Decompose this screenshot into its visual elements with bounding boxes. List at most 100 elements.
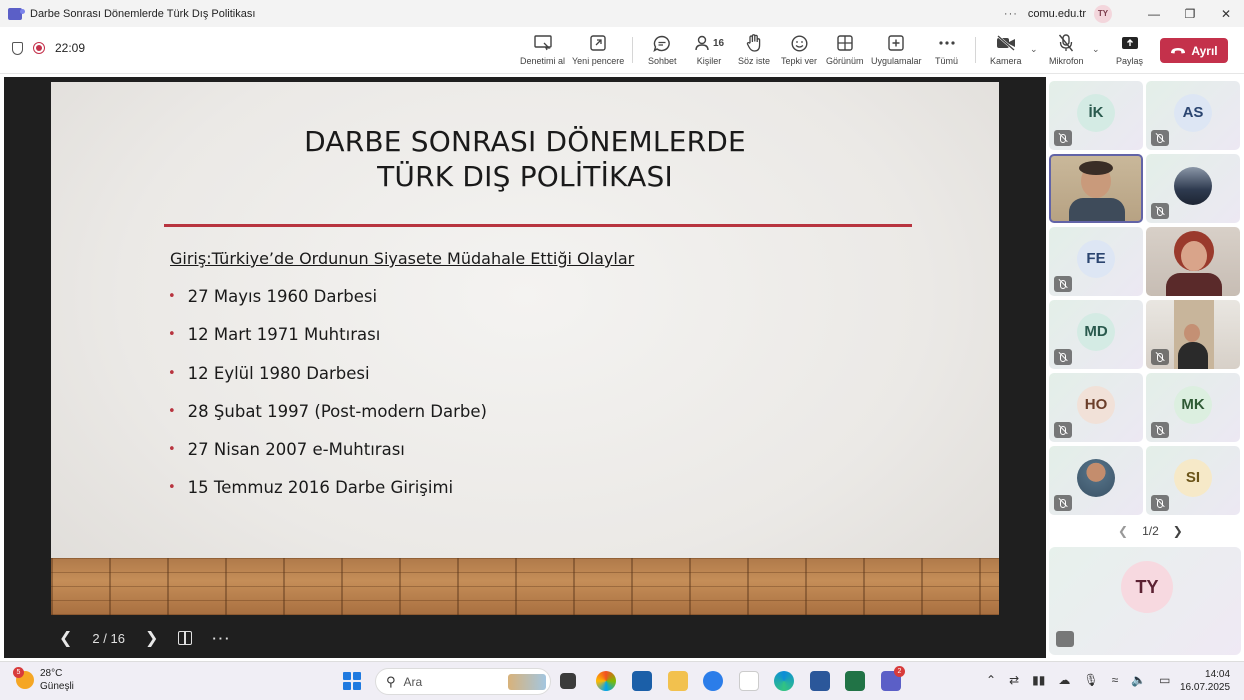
people-button[interactable]: 16 Kişiler [694,33,724,66]
more-options-icon[interactable]: ··· [1004,8,1018,20]
system-tray: ⌃ ⇄ ▮▮ ☁ 🎙 ≈ 🔈 ▭ [986,673,1170,687]
mic-options-chevron-icon[interactable]: ⌄ [1092,44,1100,55]
view-button[interactable]: Görünüm [826,33,864,66]
mic-muted-icon [1054,422,1072,438]
copilot-icon[interactable] [596,671,616,691]
close-button[interactable]: ✕ [1208,0,1244,27]
slide-overview-icon[interactable] [178,631,193,645]
bullet-icon: • [168,289,176,304]
tray-mic-muted-icon[interactable]: 🎙 [1083,673,1098,687]
avatar [1077,458,1115,497]
participant-video-tile[interactable] [1146,227,1240,296]
camera-options-chevron-icon[interactable]: ⌄ [1030,44,1038,55]
restore-button[interactable]: ❐ [1172,0,1208,27]
media-app-icon[interactable] [739,671,759,691]
participant-video-tile[interactable] [1146,300,1240,369]
tray-media-icon[interactable]: ▮▮ [1032,673,1045,687]
meeting-status: 22:09 [12,41,85,55]
next-slide-icon[interactable]: ❯ [145,628,158,648]
clock-time: 14:04 [1205,669,1231,680]
bullet-icon: • [168,403,176,419]
teams-app-icon [8,7,25,20]
apps-button[interactable]: Uygulamalar [871,33,922,66]
start-menu-icon[interactable] [343,672,361,690]
people-count: 16 [713,37,725,49]
tray-cloud-icon[interactable]: ☁ [1058,673,1070,687]
list-item: • 12 Eylül 1980 Darbesi [168,363,370,383]
tray-app-icon[interactable]: ⇄ [1009,673,1019,687]
raise-hand-icon [746,33,762,53]
weather-widget[interactable]: 5 28°C Güneşli [13,667,74,693]
leave-label: Ayrıl [1191,43,1218,58]
pager-prev-icon[interactable]: ❮ [1118,524,1128,538]
self-avatar: TY [1121,561,1173,613]
share-button[interactable]: Paylaş [1116,33,1143,66]
take-control-button[interactable]: Denetimi al [520,33,565,66]
wifi-icon[interactable]: ≈ [1112,673,1119,687]
participant-tile[interactable]: SI [1146,446,1240,515]
task-view-icon[interactable] [560,673,576,689]
avatar [1174,166,1212,205]
participant-video-tile[interactable] [1049,154,1143,223]
minimize-button[interactable]: — [1136,0,1172,27]
microphone-button[interactable]: Mikrofon [1049,33,1084,66]
react-button[interactable]: Tepki ver [781,33,817,66]
leave-button[interactable]: Ayrıl [1160,38,1228,63]
battery-icon[interactable]: ▭ [1159,673,1170,687]
camera-off-icon [996,33,1016,53]
volume-icon[interactable]: 🔈 [1131,673,1146,687]
weather-sun-icon: 5 [13,667,34,689]
hang-up-icon [1171,47,1186,53]
shield-icon [12,41,23,55]
file-explorer-icon[interactable] [668,671,688,691]
recording-icon [33,42,45,54]
new-window-button[interactable]: Yeni pencere [572,33,624,66]
taskbar-search[interactable]: ⚲ Ara [375,668,551,695]
camera-button[interactable]: Kamera [990,33,1022,66]
mic-muted-icon [1054,276,1072,292]
clock-date: 16.07.2025 [1180,682,1231,693]
search-placeholder: Ara [403,674,423,689]
avatar: MK [1174,385,1212,424]
chat-button[interactable]: Sohbet [648,33,677,66]
avatar: SI [1174,458,1212,497]
participant-tile[interactable]: AS [1146,81,1240,150]
people-icon: 16 [694,33,724,53]
participant-tile[interactable] [1146,154,1240,223]
search-icon: ⚲ [386,673,396,689]
slide-title-line1: DARBE SONRASI DÖNEMLERDE [304,125,746,158]
participant-tile[interactable] [1049,446,1143,515]
previous-slide-icon[interactable]: ❮ [59,628,72,648]
mic-muted-icon [1151,349,1169,365]
wooden-floor-decoration [51,558,999,615]
view-icon [837,33,853,53]
participant-tile[interactable]: MK [1146,373,1240,442]
word-icon[interactable] [810,671,830,691]
store-icon[interactable] [632,671,652,691]
tray-overflow-chevron-icon[interactable]: ⌃ [986,673,996,687]
pager-indicator: 1/2 [1142,524,1159,538]
pager-next-icon[interactable]: ❯ [1173,524,1183,538]
bullet-icon: • [168,365,176,381]
slide-page-indicator: 2 / 16 [92,630,125,646]
taskbar-clock[interactable]: 14:04 16.07.2025 [1180,668,1230,694]
chat-app-icon[interactable] [703,671,723,691]
slide-more-icon[interactable]: ··· [212,631,231,646]
gallery-pager: ❮ 1/2 ❯ [1118,524,1183,538]
participant-tile[interactable]: HO [1049,373,1143,442]
participant-tile[interactable]: FE [1049,227,1143,296]
excel-icon[interactable] [845,671,865,691]
bullet-icon: • [168,442,176,458]
user-avatar[interactable]: TY [1094,4,1112,23]
weather-badge: 5 [13,667,24,678]
more-button[interactable]: Tümü [935,33,958,66]
raise-hand-button[interactable]: Söz iste [738,33,770,66]
self-view-tile[interactable]: TY [1049,547,1241,655]
toolbar-divider [975,37,976,63]
participant-tile[interactable]: İK [1049,81,1143,150]
participant-tile[interactable]: MD [1049,300,1143,369]
more-icon [938,33,955,53]
window-title: Darbe Sonrası Dönemlerde Türk Dış Politi… [30,7,256,20]
list-item: • 15 Temmuz 2016 Darbe Girişimi [168,478,454,498]
edge-browser-icon[interactable] [774,671,794,691]
